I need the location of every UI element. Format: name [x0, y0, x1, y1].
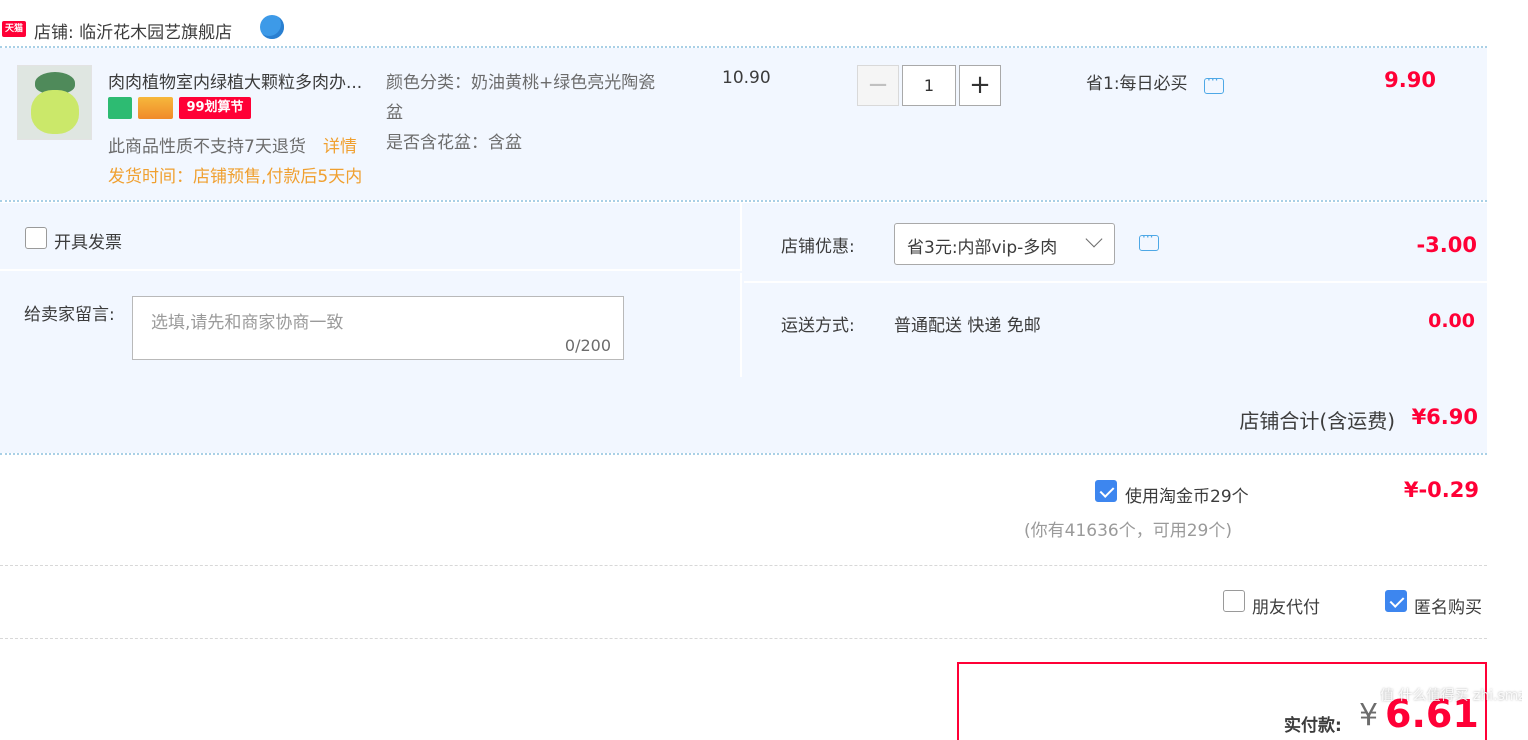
- message-char-count: 0/200: [564, 336, 611, 355]
- wangwang-chat-icon[interactable]: [260, 15, 284, 39]
- tmall-badge-icon: 天猫: [2, 21, 26, 37]
- discount-chat-icon[interactable]: [1139, 230, 1159, 251]
- message-textarea[interactable]: 选填,请先和商家协商一致 0/200: [132, 296, 624, 360]
- shop-total-label: 店铺合计(含运费): [1239, 409, 1395, 433]
- message-panel: 给卖家留言: 选填,请先和商家协商一致 0/200: [0, 273, 742, 377]
- shop-total-row: 店铺合计(含运费) ¥6.90: [0, 379, 1487, 453]
- quantity-decrease-button[interactable]: −: [857, 65, 899, 106]
- friend-pay-checkbox[interactable]: [1223, 590, 1245, 612]
- product-thumbnail[interactable]: [17, 65, 92, 140]
- shipping-label: 运送方式:: [781, 316, 855, 336]
- return-detail-link[interactable]: 详情: [323, 132, 357, 157]
- promo-text: 省1:每日必买: [1086, 74, 1188, 94]
- invoice-panel: 开具发票: [0, 203, 742, 271]
- shop-discount-label: 店铺优惠:: [781, 237, 855, 257]
- pay-currency: ¥: [1359, 698, 1379, 733]
- shop-discount-panel: 店铺优惠: 省3元:内部vip-多肉 -3.00: [744, 203, 1487, 283]
- options-block: 开具发票 给卖家留言: 选填,请先和商家协商一致 0/200 店铺优惠: 省3元…: [0, 203, 1487, 453]
- anonymous-checkbox[interactable]: [1385, 590, 1407, 612]
- product-title-link[interactable]: 肉肉植物室内绿植大颗粒多肉办...: [108, 68, 362, 93]
- plant-pot: [31, 90, 79, 134]
- message-label: 给卖家留言:: [24, 305, 115, 325]
- shop-discount-amount: -3.00: [1416, 233, 1477, 257]
- return-policy-text: 此商品性质不支持7天退货: [108, 137, 306, 157]
- sku-pot: 是否含花盆：含盆: [386, 133, 522, 153]
- item-row: 肉肉植物室内绿植大颗粒多肉办... 99划算节 此商品性质不支持7天退货 详情 …: [0, 48, 1487, 200]
- chevron-down-icon: [1085, 230, 1103, 248]
- shop-name-link[interactable]: 店铺: 临沂花木园艺旗舰店: [34, 18, 232, 43]
- shop-header: 天猫 店铺: 临沂花木园艺旗舰店: [0, 10, 1487, 46]
- message-placeholder: 选填,请先和商家协商一致: [151, 313, 344, 333]
- shop-discount-selected: 省3元:内部vip-多肉: [907, 238, 1058, 258]
- item-subtotal: 9.90: [1384, 68, 1436, 92]
- pay-label: 实付款:: [1284, 716, 1342, 736]
- coins-checkbox[interactable]: [1095, 480, 1117, 502]
- coins-amount: ¥-0.29: [1403, 478, 1479, 502]
- invoice-checkbox[interactable]: [25, 227, 47, 249]
- order-divider: [0, 453, 1487, 455]
- sku-color: 颜色分类：奶油黄桃+绿色亮光陶瓷盆: [386, 73, 656, 123]
- shipping-method: 普通配送 快递 免邮: [894, 316, 1041, 336]
- shipping-amount: 0.00: [1428, 310, 1475, 332]
- friend-pay-label[interactable]: 朋友代付: [1252, 593, 1320, 618]
- service-badge-icon: [108, 97, 132, 119]
- unit-price: 10.90: [722, 68, 771, 88]
- ship-time-text: 发货时间：店铺预售,付款后5天内: [108, 167, 363, 187]
- item-divider: [0, 200, 1487, 202]
- invoice-label[interactable]: 开具发票: [54, 228, 122, 253]
- card-badge-icon: [138, 97, 173, 119]
- shipping-panel: 运送方式: 普通配送 快递 免邮 0.00: [744, 285, 1487, 377]
- quantity-input[interactable]: 1: [902, 65, 956, 106]
- options-divider: [0, 638, 1487, 639]
- watermark: 值 什么值得买 zhi.smzdm.com: [1380, 688, 1522, 704]
- quantity-increase-button[interactable]: +: [959, 65, 1001, 106]
- coins-divider: [0, 565, 1487, 566]
- coins-label[interactable]: 使用淘金币29个: [1125, 482, 1249, 507]
- coins-note: (你有41636个，可用29个): [1024, 521, 1232, 541]
- promo-chat-icon[interactable]: [1204, 73, 1224, 94]
- sale-99-badge: 99划算节: [179, 97, 251, 119]
- shop-total-amount: ¥6.90: [1411, 405, 1478, 429]
- anonymous-label[interactable]: 匿名购买: [1414, 593, 1482, 618]
- shop-discount-select[interactable]: 省3元:内部vip-多肉: [894, 223, 1115, 265]
